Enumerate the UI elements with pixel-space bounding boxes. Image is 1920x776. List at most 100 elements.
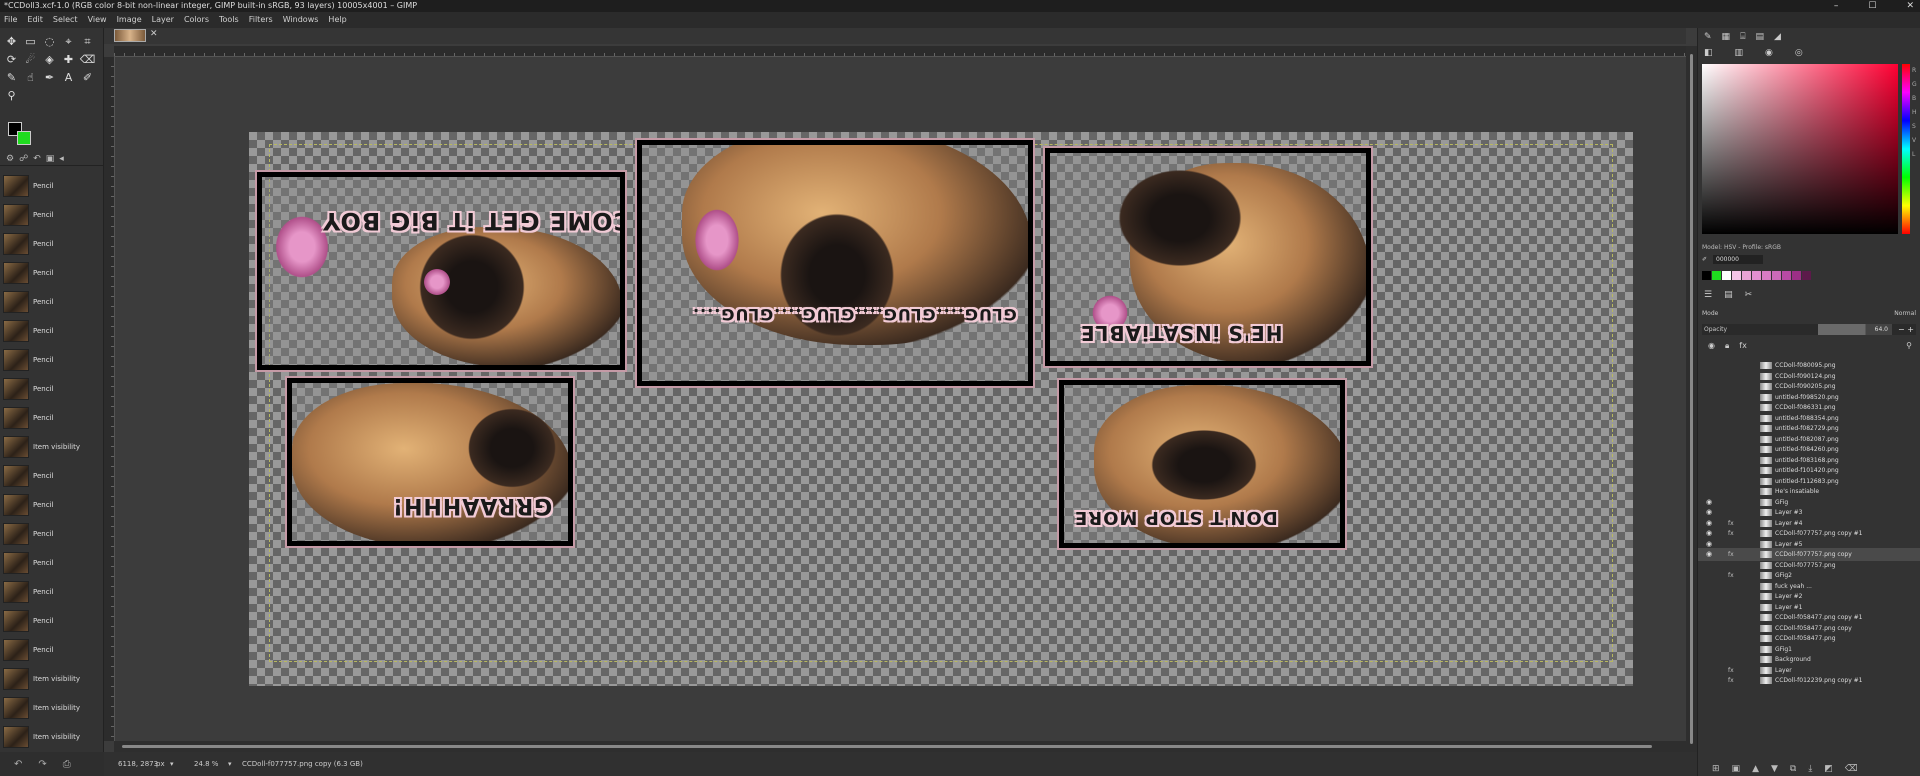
images-tab-icon[interactable]: ▣ xyxy=(46,154,55,164)
search-icon[interactable]: ⚲ xyxy=(1906,341,1912,351)
undo-step[interactable]: Item visibility xyxy=(0,432,104,461)
channel-s-button[interactable]: S xyxy=(1912,120,1917,134)
chevron-down-icon[interactable]: ▾ xyxy=(170,752,174,776)
smudge-icon[interactable]: ☝ xyxy=(22,70,39,85)
horizontal-ruler[interactable] xyxy=(114,46,1686,57)
fx-icon[interactable]: fx xyxy=(1728,674,1734,687)
duplicate-layer-icon[interactable]: ⧉ xyxy=(1790,764,1796,774)
color-selector-square[interactable] xyxy=(1702,64,1898,234)
undo-history-tab-icon[interactable]: ↶ xyxy=(33,154,41,164)
undo-step[interactable]: Pencil xyxy=(0,490,104,519)
background-color[interactable] xyxy=(17,131,31,145)
close-button[interactable]: ✕ xyxy=(1906,0,1914,12)
new-group-icon[interactable]: ▣ xyxy=(1732,764,1741,774)
vertical-scrollbar[interactable] xyxy=(1686,46,1697,752)
channel-v-button[interactable]: V xyxy=(1912,134,1917,148)
undo-step[interactable]: Pencil xyxy=(0,229,104,258)
hue-slider[interactable] xyxy=(1902,64,1910,234)
eraser-icon[interactable]: ⌫ xyxy=(79,52,96,67)
eye-icon[interactable]: ◉ xyxy=(1708,341,1715,351)
layers-tab-icon[interactable]: ☰ xyxy=(1704,290,1712,300)
menu-colors[interactable]: Colors xyxy=(184,12,209,28)
pattern-icon[interactable]: ▦ xyxy=(1722,32,1731,42)
undo-step[interactable]: Pencil xyxy=(0,258,104,287)
undo-step[interactable]: Pencil xyxy=(0,171,104,200)
undo-step[interactable]: Pencil xyxy=(0,635,104,664)
color-swatch[interactable] xyxy=(1792,271,1801,280)
gradient-icon[interactable]: ◢ xyxy=(1774,32,1781,42)
undo-step[interactable]: Pencil xyxy=(0,606,104,635)
canvas-area[interactable]: COME GET iT BiG BOY GLUG....GLUG....GLUG… xyxy=(115,57,1686,741)
color-swatch[interactable] xyxy=(1752,271,1761,280)
channel-g-button[interactable]: G xyxy=(1912,78,1917,92)
channels-tab-icon[interactable]: ▤ xyxy=(1724,290,1733,300)
channel-b-button[interactable]: B xyxy=(1912,92,1917,106)
transform-icon[interactable]: ⟳ xyxy=(3,52,20,67)
zoom-select[interactable]: 24.8 % xyxy=(194,752,218,776)
lasso-icon[interactable]: ◌ xyxy=(41,34,58,49)
lock-icon[interactable]: 🔒︎ xyxy=(1725,341,1729,351)
raise-layer-icon[interactable]: ▲ xyxy=(1752,764,1759,774)
maximize-button[interactable]: ☐ xyxy=(1868,0,1876,12)
undo-step[interactable]: Pencil xyxy=(0,548,104,577)
redo-icon[interactable]: ↷ xyxy=(38,759,46,770)
fuzzy-select-icon[interactable]: ⌖ xyxy=(60,34,77,49)
color-swatch[interactable] xyxy=(1772,271,1781,280)
hex-input[interactable]: 000000 xyxy=(1713,254,1764,264)
move-icon[interactable]: ✥ xyxy=(3,34,20,49)
menu-select[interactable]: Select xyxy=(53,12,78,28)
dock-menu-icon[interactable]: ◂ xyxy=(59,154,64,164)
undo-step[interactable]: Pencil xyxy=(0,345,104,374)
color-swatch[interactable] xyxy=(1732,271,1741,280)
brush-icon[interactable]: ✎ xyxy=(1704,32,1712,42)
color-swatch[interactable] xyxy=(1782,271,1791,280)
undo-step[interactable]: Pencil xyxy=(0,287,104,316)
device-status-tab-icon[interactable]: ☍ xyxy=(19,154,28,164)
fx-icon[interactable]: fx xyxy=(1739,341,1747,351)
menu-filters[interactable]: Filters xyxy=(249,12,273,28)
undo-step[interactable]: Pencil xyxy=(0,403,104,432)
close-icon[interactable]: ✕ xyxy=(150,29,158,39)
mode-select[interactable]: Normal xyxy=(1894,310,1916,317)
undo-step[interactable]: Item visibility xyxy=(0,722,104,751)
color-swatch[interactable] xyxy=(1742,271,1751,280)
undo-icon[interactable]: ↶ xyxy=(14,759,22,770)
menu-help[interactable]: Help xyxy=(328,12,346,28)
menu-edit[interactable]: Edit xyxy=(27,12,43,28)
undo-step[interactable]: Item visibility xyxy=(0,664,104,693)
opacity-stepper[interactable]: − + xyxy=(1898,324,1914,335)
rect-select-icon[interactable]: ▭ xyxy=(22,34,39,49)
vertical-ruler[interactable] xyxy=(104,57,115,741)
bucket-fill-icon[interactable]: ◈ xyxy=(41,52,58,67)
lower-layer-icon[interactable]: ▼ xyxy=(1771,764,1778,774)
channel-r-button[interactable]: R xyxy=(1912,64,1917,78)
font-icon[interactable]: ⌸ xyxy=(1740,32,1745,42)
heal-icon[interactable]: ✚ xyxy=(60,52,77,67)
text-icon[interactable]: A xyxy=(60,70,77,85)
menu-file[interactable]: File xyxy=(4,12,17,28)
menu-windows[interactable]: Windows xyxy=(283,12,319,28)
color-swatch[interactable] xyxy=(1702,271,1711,280)
minimize-button[interactable]: – xyxy=(1834,0,1839,12)
fg-bg-tab-icon[interactable]: ◧ xyxy=(1704,48,1713,58)
image-canvas[interactable]: COME GET iT BiG BOY GLUG....GLUG....GLUG… xyxy=(249,132,1633,686)
channel-l-button[interactable]: L xyxy=(1912,148,1917,162)
channel-h-button[interactable]: H xyxy=(1912,106,1917,120)
eyedropper-icon[interactable]: ✐ xyxy=(1702,256,1707,263)
undo-step[interactable]: Pencil xyxy=(0,200,104,229)
undo-step[interactable]: Pencil xyxy=(0,519,104,548)
crop-icon[interactable]: ⌗ xyxy=(79,34,96,49)
color-swatch[interactable] xyxy=(1722,271,1731,280)
delete-layer-icon[interactable]: ⌫ xyxy=(1845,764,1858,774)
unit-select[interactable]: px xyxy=(156,752,165,776)
palette-tab-icon[interactable]: ▥ xyxy=(1735,48,1744,58)
image-tab-thumbnail[interactable] xyxy=(114,29,146,42)
undo-step[interactable]: Pencil xyxy=(0,577,104,606)
airbrush-icon[interactable]: ✎ xyxy=(3,70,20,85)
color-swatch[interactable] xyxy=(1802,271,1811,280)
new-layer-icon[interactable]: ⊞ xyxy=(1712,764,1720,774)
clear-history-icon[interactable]: ⎙ xyxy=(63,759,71,770)
undo-step[interactable]: Pencil xyxy=(0,374,104,403)
merge-layer-icon[interactable]: ⤓ xyxy=(1808,764,1812,774)
paths-tab-icon[interactable]: ✂ xyxy=(1745,290,1753,300)
